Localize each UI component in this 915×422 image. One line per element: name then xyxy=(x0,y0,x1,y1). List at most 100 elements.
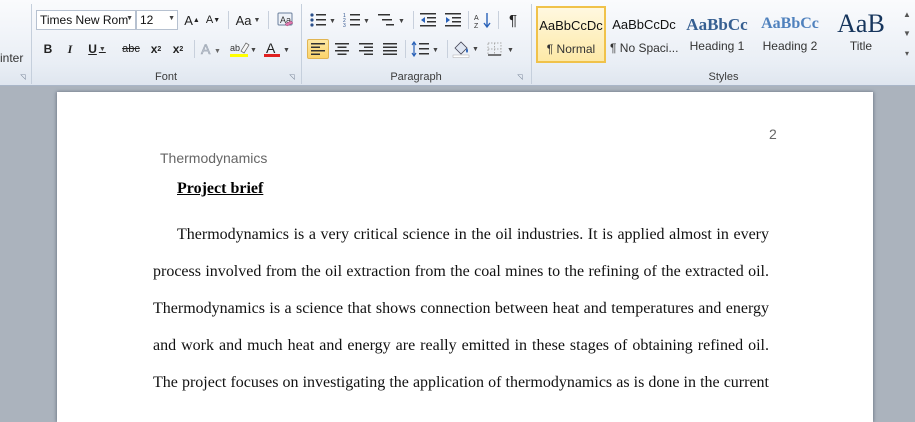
styles-scroll-up-icon[interactable]: ▲ xyxy=(900,5,914,23)
text-effects-button[interactable]: A ▼ xyxy=(198,39,224,59)
paragraph-group: ▼ 1 2 3 ▼ ▼ A Z ¶ ▼ ▼ ▼ Paragraph ◹ xyxy=(302,0,530,86)
format-painter-label[interactable]: inter xyxy=(0,51,23,65)
svg-text:▼: ▼ xyxy=(507,47,514,54)
align-right-button[interactable] xyxy=(355,39,377,59)
bullets-button[interactable]: ▼ xyxy=(308,10,338,30)
style-sample: AaBbCc xyxy=(761,15,819,32)
highlight-color-bar xyxy=(230,54,248,57)
line-spacing-button[interactable]: ▼ xyxy=(410,39,442,59)
justify-button[interactable] xyxy=(379,39,401,59)
style-name: ¶ Normal xyxy=(546,42,596,56)
borders-button[interactable]: ▼ xyxy=(485,39,517,59)
paragraph-line: The project focuses on investigating the… xyxy=(153,374,769,391)
superscript-button[interactable]: x2 xyxy=(168,39,188,59)
paragraph-dialog-launcher-icon[interactable]: ◹ xyxy=(516,74,524,82)
align-center-button[interactable] xyxy=(331,39,353,59)
numbered-list-icon: 1 2 3 ▼ xyxy=(343,13,370,28)
style-heading-1[interactable]: AaBbCc Heading 1 xyxy=(682,6,752,63)
font-color-icon: A ▼ xyxy=(264,40,290,57)
svg-text:3: 3 xyxy=(343,23,346,28)
page-number: 2 xyxy=(769,126,777,142)
divider xyxy=(468,11,469,29)
svg-text:▼: ▼ xyxy=(432,47,439,54)
show-hide-marks-button[interactable]: ¶ xyxy=(502,10,524,30)
style-no-spacing[interactable]: AaBbCcDc ¶ No Spaci... xyxy=(609,6,679,63)
style-title[interactable]: AaB Title xyxy=(826,6,896,63)
bullet-list-icon: ▼ xyxy=(310,13,336,27)
font-color-button[interactable]: A ▼ xyxy=(262,39,292,59)
highlight-button[interactable]: ab ▼ xyxy=(228,39,258,59)
font-name-combo[interactable]: Times New Rom ▼ xyxy=(36,10,136,30)
align-left-button[interactable] xyxy=(307,39,329,59)
clear-formatting-button[interactable]: Aa xyxy=(274,10,296,30)
numbering-button[interactable]: 1 2 3 ▼ xyxy=(342,10,372,30)
multilevel-list-button[interactable]: ▼ xyxy=(376,10,408,30)
paragraph-line: process involved from the oil extraction… xyxy=(153,263,769,280)
chevron-down-icon[interactable]: ▼ xyxy=(168,15,175,22)
document-area: 2 Thermodynamics Project brief Thermodyn… xyxy=(0,86,915,422)
section-heading: Project brief xyxy=(177,180,264,197)
divider xyxy=(194,40,195,58)
superscript-icon: x xyxy=(172,42,180,56)
divider xyxy=(413,11,414,29)
font-color-bar xyxy=(264,54,280,57)
subscript-button[interactable]: x2 xyxy=(146,39,166,59)
style-heading-2[interactable]: AaBbCc Heading 2 xyxy=(755,6,825,63)
svg-text:▼: ▼ xyxy=(214,48,221,55)
grow-font-icon: A xyxy=(184,12,193,28)
align-right-icon xyxy=(359,43,373,55)
line-spacing-icon: ▼ xyxy=(411,41,439,57)
font-group-label: Font xyxy=(154,71,177,83)
change-case-icon: Aa xyxy=(235,12,252,28)
divider xyxy=(268,11,269,29)
borders-icon: ▼ xyxy=(487,42,514,56)
grow-font-button[interactable]: A ▲ xyxy=(182,10,202,30)
style-normal[interactable]: AaBbCcDc ¶ Normal xyxy=(536,6,606,63)
svg-text:▼: ▼ xyxy=(472,46,479,53)
multilevel-list-icon: ▼ xyxy=(378,14,405,26)
style-sample: AaBbCcDc xyxy=(539,18,603,33)
font-group: Times New Rom ▼ 12 ▼ A ▲ A ▼ Aa ▼ Aa B I U ▼ xyxy=(32,0,300,86)
divider xyxy=(447,40,448,58)
styles-group-label: Styles xyxy=(708,71,739,83)
svg-text:▼: ▼ xyxy=(250,47,257,54)
clear-formatting-icon: Aa xyxy=(277,12,294,27)
paint-bucket-icon: ▼ xyxy=(452,41,479,58)
decrease-indent-button[interactable] xyxy=(417,10,439,30)
shading-button[interactable]: ▼ xyxy=(451,39,481,59)
svg-text:▼: ▼ xyxy=(398,18,405,25)
svg-text:▼: ▼ xyxy=(329,18,336,25)
paragraph-line: Thermodynamics is a very critical scienc… xyxy=(177,226,769,243)
italic-button[interactable]: I xyxy=(60,39,80,59)
divider xyxy=(498,11,499,29)
sort-button[interactable]: A Z xyxy=(472,10,494,30)
increase-indent-icon xyxy=(445,13,461,27)
change-case-button[interactable]: Aa ▼ xyxy=(233,10,263,30)
style-sample: AaBbCcDc xyxy=(612,17,676,32)
svg-text:Z: Z xyxy=(474,23,479,29)
font-dialog-launcher-icon[interactable]: ◹ xyxy=(288,74,296,82)
underline-icon: U xyxy=(88,42,97,56)
clipboard-group: inter ◹ xyxy=(0,0,30,86)
font-size-combo[interactable]: 12 ▼ xyxy=(136,10,178,30)
shrink-font-button[interactable]: A ▼ xyxy=(203,10,223,30)
underline-button[interactable]: U ▼ xyxy=(83,39,111,59)
pilcrow-icon: ¶ xyxy=(508,11,518,29)
strikethrough-icon: abc xyxy=(122,43,140,55)
chevron-down-icon[interactable]: ▼ xyxy=(126,15,133,22)
styles-scroll-down-icon[interactable]: ▼ xyxy=(900,24,914,42)
strikethrough-button[interactable]: abc xyxy=(118,39,144,59)
increase-indent-button[interactable] xyxy=(442,10,464,30)
styles-more-icon[interactable]: ▾ xyxy=(900,44,914,62)
svg-text:A: A xyxy=(266,40,276,56)
divider xyxy=(228,11,229,29)
clipboard-dialog-launcher-icon[interactable]: ◹ xyxy=(19,74,27,82)
svg-text:ab: ab xyxy=(230,43,240,53)
bold-button[interactable]: B xyxy=(38,39,58,59)
sort-az-icon: A Z xyxy=(474,12,491,29)
paragraph-line: and work and much heat and energy are re… xyxy=(153,337,769,354)
styles-group: AaBbCcDc ¶ Normal AaBbCcDc ¶ No Spaci...… xyxy=(532,0,915,86)
document-page[interactable]: 2 Thermodynamics Project brief Thermodyn… xyxy=(57,92,873,422)
justify-icon xyxy=(383,43,397,55)
align-center-icon xyxy=(335,43,349,55)
